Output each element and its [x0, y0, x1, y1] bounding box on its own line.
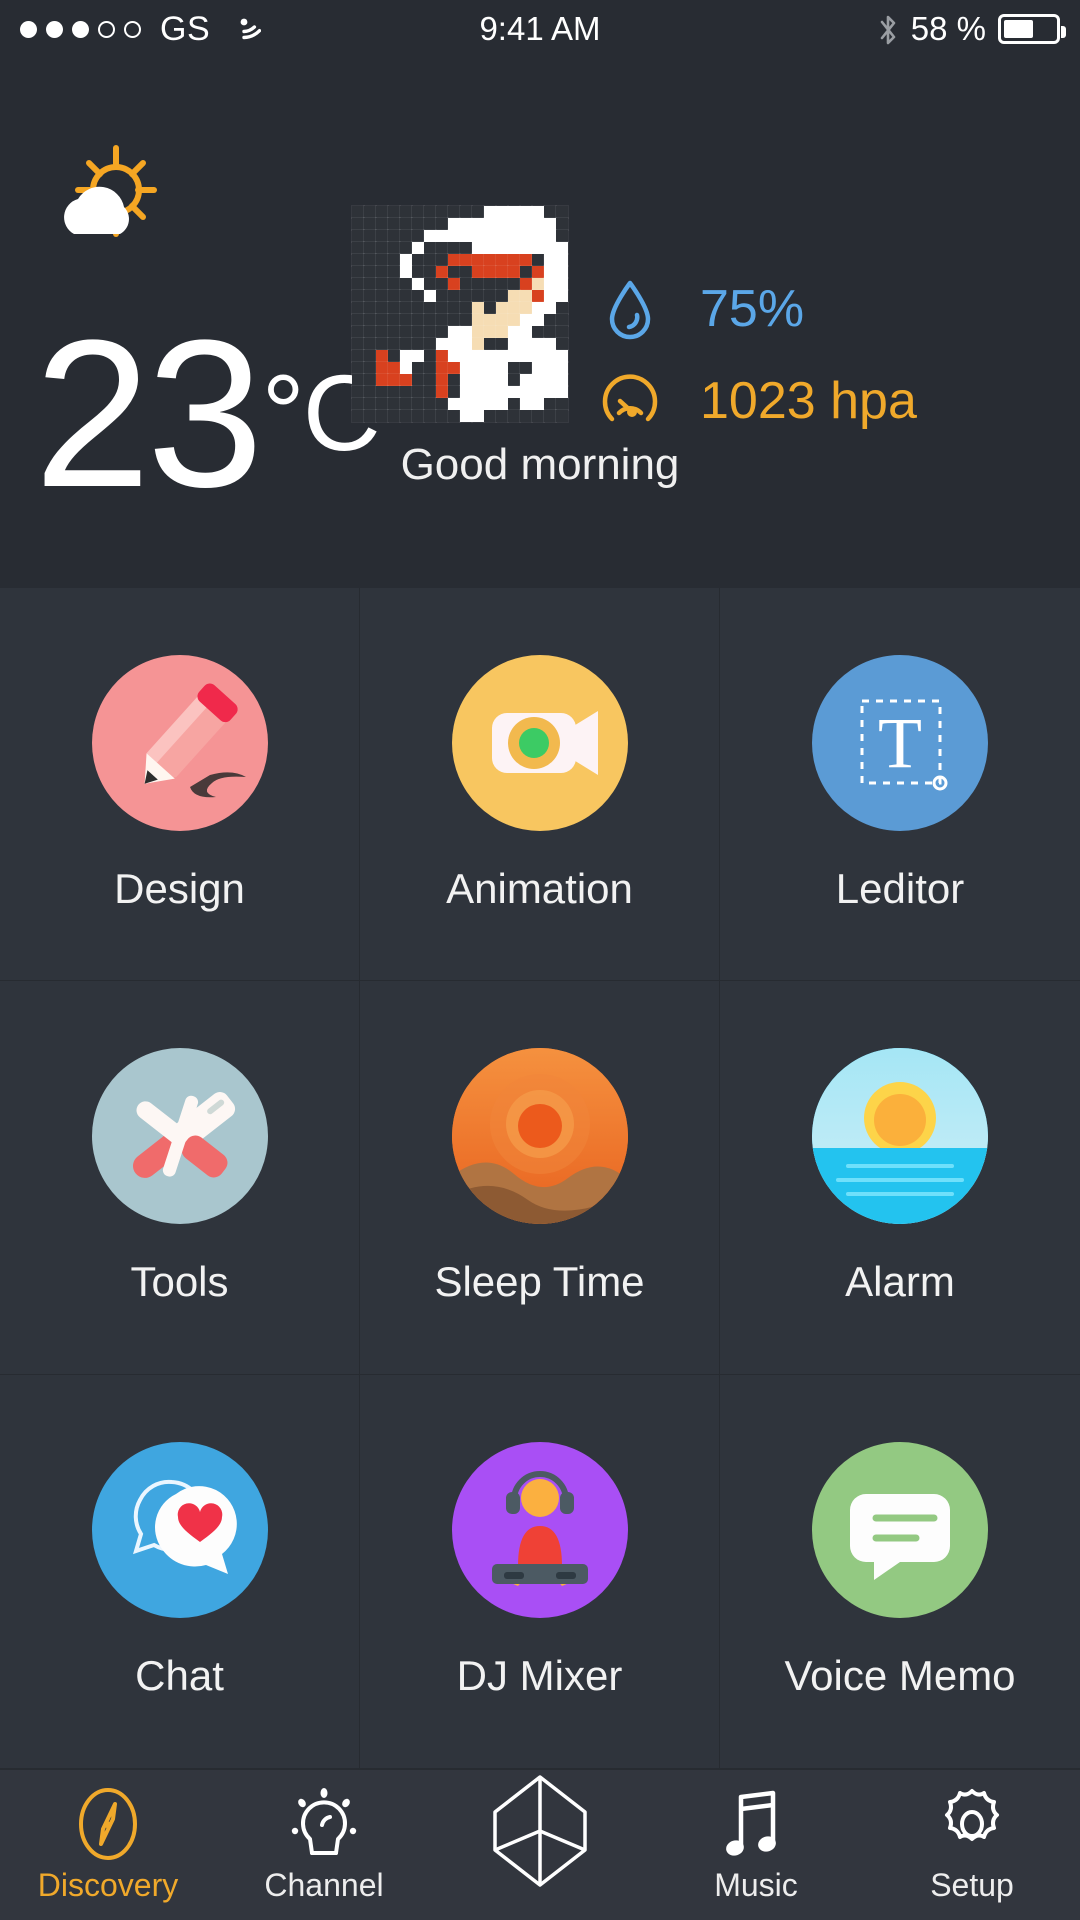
battery-icon	[998, 14, 1066, 44]
app-label: Alarm	[845, 1258, 955, 1306]
svg-text:T: T	[878, 703, 922, 783]
signal-dot-5	[124, 20, 141, 38]
music-note-icon	[723, 1787, 789, 1861]
signal-dot-4	[98, 20, 115, 38]
bottom-tab-bar: Discovery Channel Music Setup	[0, 1768, 1080, 1920]
status-bar: GS 9:41 AM 58 %	[0, 0, 1080, 58]
app-grid: Design Animation T Leditor Tools Sleep T…	[0, 588, 1080, 1768]
app-label: Voice Memo	[784, 1652, 1016, 1700]
app-label: Sleep Time	[434, 1258, 645, 1306]
text-tool-icon: T	[812, 655, 988, 832]
wifi-icon	[227, 16, 262, 42]
pressure-value: 1023 hpa	[700, 372, 917, 430]
app-label: Animation	[446, 865, 633, 913]
sun-behind-cloud-icon	[48, 142, 178, 252]
pencil-icon	[91, 655, 268, 832]
greeting-text: Good morning	[400, 440, 680, 489]
tab-cube[interactable]	[432, 1775, 648, 1894]
carrier-label: GS	[160, 9, 211, 48]
gear-icon	[934, 1787, 1010, 1861]
bluetooth-icon	[877, 13, 899, 45]
tab-setup[interactable]: Setup	[864, 1787, 1080, 1904]
app-tile-tools[interactable]: Tools	[0, 981, 360, 1375]
video-camera-icon	[451, 655, 628, 832]
tab-label: Discovery	[37, 1866, 179, 1903]
app-tile-animation[interactable]: Animation	[360, 588, 720, 982]
lightbulb-icon	[282, 1787, 366, 1861]
signal-dot-3	[72, 20, 89, 38]
app-tile-alarm[interactable]: Alarm	[720, 981, 1080, 1375]
cube-icon	[490, 1775, 590, 1888]
humidity-metric: 75%	[600, 273, 917, 345]
app-label: Leditor	[835, 865, 965, 913]
app-tile-design[interactable]: Design	[0, 588, 360, 982]
app-tile-chat[interactable]: Chat	[0, 1374, 360, 1768]
water-drop-icon	[600, 277, 660, 341]
app-label: DJ Mixer	[456, 1652, 623, 1700]
app-tile-dj-mixer[interactable]: DJ Mixer	[360, 1374, 720, 1768]
pixel-art-avatar	[351, 205, 569, 423]
sunrise-sea-icon	[812, 1048, 988, 1225]
app-label: Design	[114, 865, 245, 913]
sunset-dunes-icon	[451, 1048, 628, 1225]
speech-heart-icon	[91, 1442, 268, 1619]
app-tile-sleep-time[interactable]: Sleep Time	[360, 981, 720, 1375]
weather-panel: 23 °C Good morning 75% 1023 hpa	[0, 58, 1080, 588]
tab-channel[interactable]: Channel	[216, 1787, 432, 1904]
message-lines-icon	[812, 1442, 988, 1619]
tab-music[interactable]: Music	[648, 1787, 864, 1904]
pressure-gauge-icon	[600, 373, 660, 429]
humidity-value: 75%	[700, 280, 805, 338]
app-tile-leditor[interactable]: T Leditor	[720, 588, 1080, 982]
compass-icon	[75, 1787, 141, 1861]
phone-screen: GS 9:41 AM 58 % 23 °C Good morning 75% 1…	[0, 0, 1080, 1920]
status-bar-right: 58 %	[877, 10, 1080, 48]
dj-person-icon	[451, 1442, 628, 1619]
signal-dot-2	[46, 20, 63, 38]
signal-dot-1	[20, 20, 37, 38]
app-label: Tools	[130, 1258, 229, 1306]
swiss-knife-icon	[91, 1048, 268, 1225]
status-bar-left: GS	[0, 9, 262, 49]
pressure-metric: 1023 hpa	[600, 365, 917, 437]
app-label: Chat	[135, 1652, 224, 1700]
battery-fill	[1004, 20, 1033, 38]
tab-label: Channel	[264, 1866, 384, 1903]
tab-label: Music	[714, 1866, 798, 1903]
tab-discovery[interactable]: Discovery	[0, 1787, 216, 1904]
weather-metrics: 75% 1023 hpa	[600, 273, 917, 457]
app-tile-voice-memo[interactable]: Voice Memo	[720, 1375, 1080, 1768]
battery-percent-label: 58 %	[910, 10, 986, 47]
tab-label: Setup	[930, 1866, 1014, 1903]
